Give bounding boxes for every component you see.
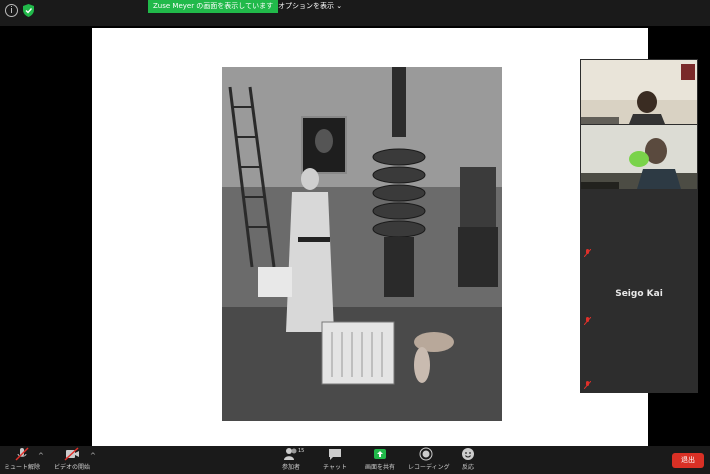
start-video-button[interactable]: ビデオの開始 xyxy=(52,447,92,473)
info-icon[interactable]: i xyxy=(5,4,18,17)
reaction-emoji-icon xyxy=(462,448,474,460)
muted-mic-icon xyxy=(15,447,29,461)
top-bar: i Zuse Meyer の画面を表示しています オプションを表示 ⌄ xyxy=(0,0,710,26)
shield-icon[interactable] xyxy=(23,4,34,17)
participant-count-badge: 15 xyxy=(298,448,305,454)
mic-muted-icon xyxy=(584,249,591,257)
mic-muted-icon xyxy=(584,381,591,389)
share-screen-icon xyxy=(374,449,386,459)
mic-muted-icon xyxy=(584,317,591,325)
shared-slide xyxy=(92,28,648,446)
chat-icon xyxy=(329,449,341,460)
leave-meeting-button[interactable]: 退出 xyxy=(672,453,704,468)
view-options-button[interactable]: オプションを表示 ⌄ xyxy=(272,0,348,13)
mute-options-caret[interactable]: ^ xyxy=(38,452,44,460)
participant-video-tile[interactable] xyxy=(581,60,697,124)
record-icon xyxy=(419,447,433,461)
reactions-button[interactable]: 反応 xyxy=(458,447,478,473)
chat-button[interactable]: チャット xyxy=(322,447,348,473)
meeting-toolbar: ミュート解除 ^ ビデオの開始 ^ 参加者 15 チャット 画面を共有 レコーデ… xyxy=(0,446,710,474)
screen-share-banner: Zuse Meyer の画面を表示しています xyxy=(148,0,279,13)
participants-icon xyxy=(284,448,297,460)
record-button[interactable]: レコーディング xyxy=(408,447,450,473)
video-off-icon xyxy=(64,447,79,461)
unmute-button[interactable]: ミュート解除 xyxy=(2,447,42,473)
shared-photo xyxy=(222,67,502,421)
participant-name[interactable]: Seigo Kai xyxy=(580,289,698,299)
participant-video-tile[interactable] xyxy=(581,125,697,189)
share-screen-button[interactable]: 画面を共有 xyxy=(364,447,396,473)
video-options-caret[interactable]: ^ xyxy=(90,452,96,460)
participant-gallery[interactable]: Seigo Kai xyxy=(580,59,698,393)
